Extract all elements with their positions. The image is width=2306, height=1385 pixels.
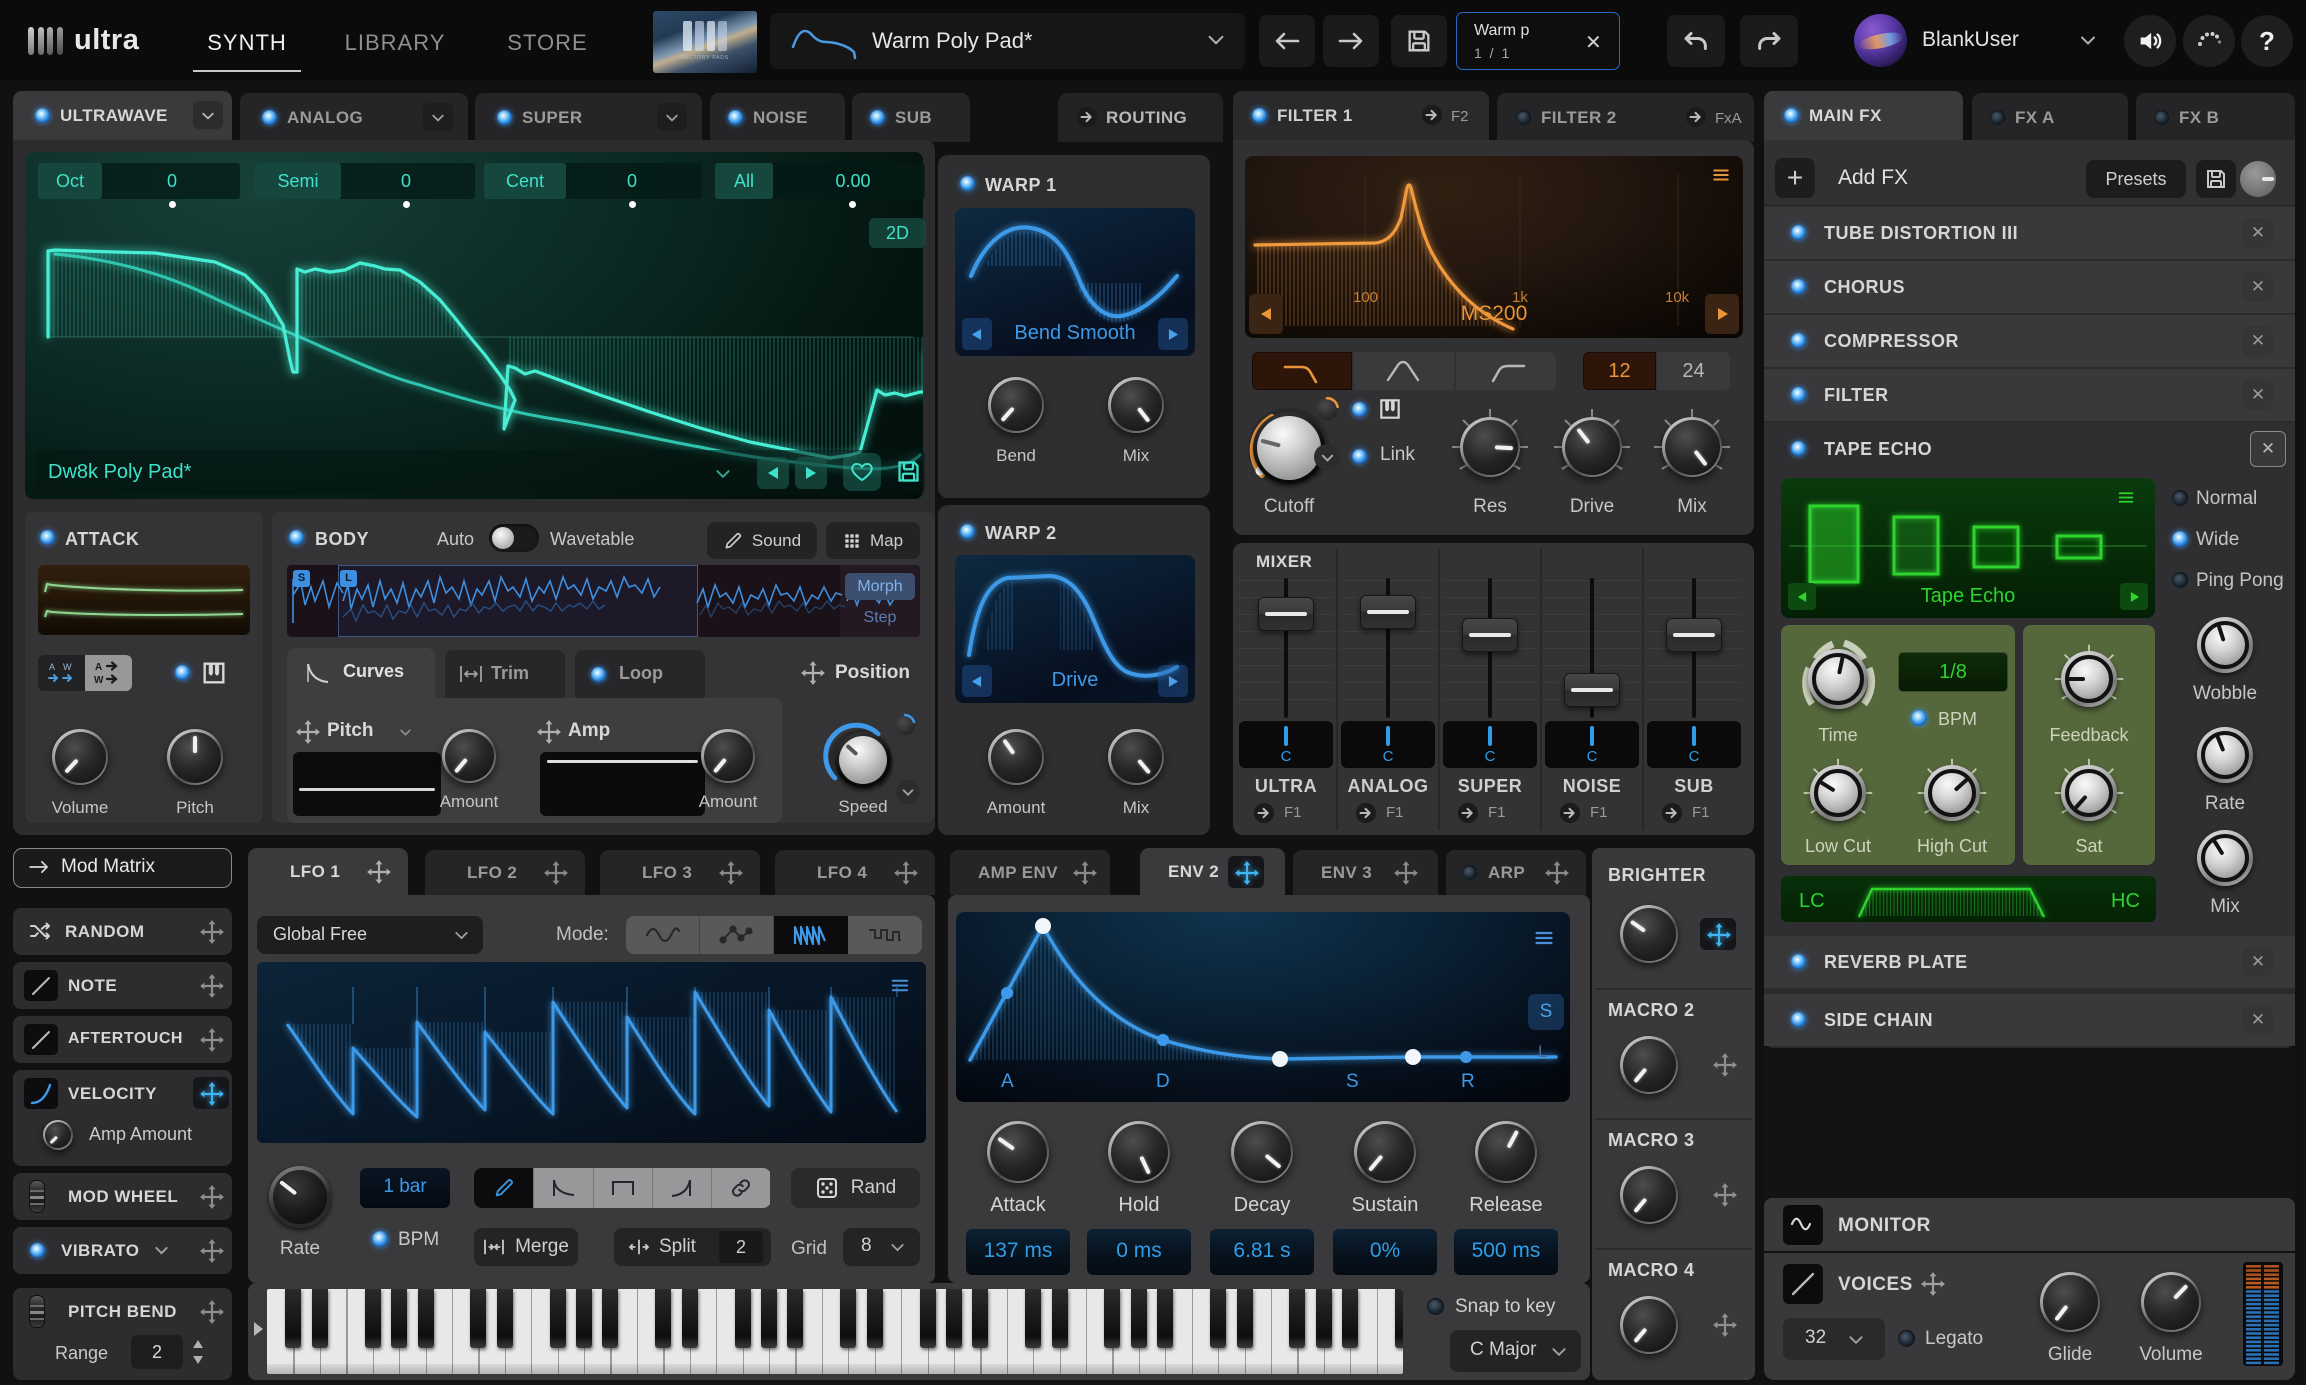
svg-text:10k: 10k <box>1665 289 1690 306</box>
svg-text:HC: HC <box>2111 890 2140 912</box>
svg-text:100: 100 <box>1353 289 1378 306</box>
svg-text:W: W <box>63 662 72 672</box>
svg-text:D: D <box>1156 1071 1170 1092</box>
svg-text:A: A <box>95 662 102 673</box>
svg-text:LC: LC <box>1799 890 1825 912</box>
svg-text:S: S <box>1346 1071 1359 1092</box>
svg-text:W: W <box>94 675 104 686</box>
svg-text:R: R <box>1461 1071 1475 1092</box>
svg-text:A: A <box>49 662 55 672</box>
svg-text:A: A <box>1001 1071 1014 1092</box>
